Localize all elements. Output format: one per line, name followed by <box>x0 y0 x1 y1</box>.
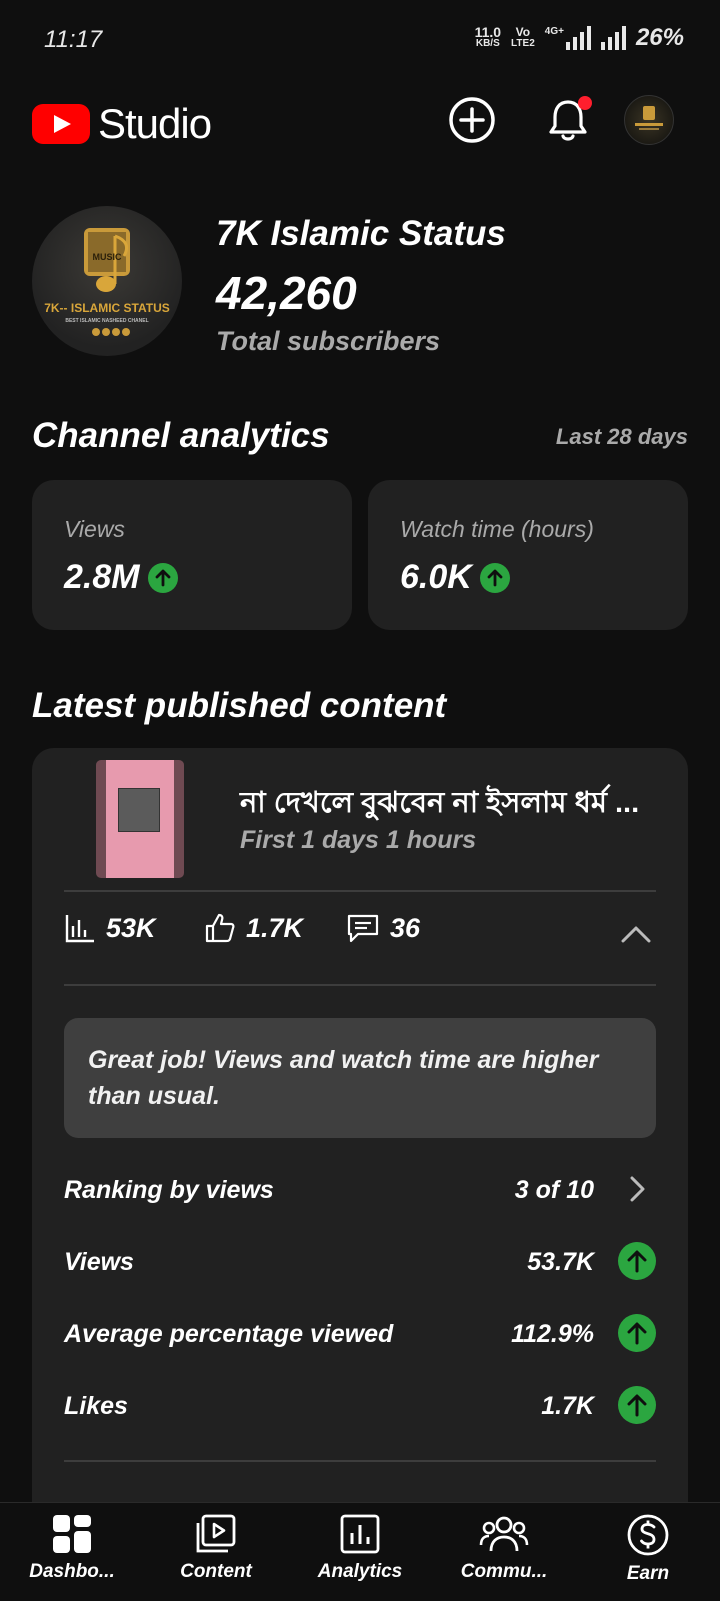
status-bar: 11:17 11.0 KB/S Vo LTE2 4G+ 26% <box>0 0 720 80</box>
avatar-subtitle-text: BEST ISLAMIC NASHEED CHANEL <box>65 318 149 324</box>
thumbs-up-icon <box>205 913 235 943</box>
create-button[interactable] <box>446 94 498 146</box>
notification-badge <box>578 96 592 110</box>
status-icons: 11.0 KB/S Vo LTE2 4G+ 26% <box>475 24 684 52</box>
trend-up-icon <box>618 1314 656 1352</box>
views-row: Views 53.7K <box>64 1242 656 1286</box>
divider <box>64 890 656 892</box>
views-card[interactable]: Views 2.8M <box>32 480 352 630</box>
latest-content-title: Latest published content <box>32 686 447 725</box>
comments-stat-value: 36 <box>390 912 421 943</box>
avg-percentage-value: 112.9% <box>511 1320 594 1348</box>
views-stat-value: 53K <box>106 912 156 943</box>
likes-stat: 1.7K <box>204 912 303 944</box>
studio-logo[interactable]: Studio <box>32 100 212 148</box>
nav-content[interactable]: Content <box>146 1513 286 1583</box>
avg-percentage-label: Average percentage viewed <box>64 1320 394 1348</box>
comment-icon <box>347 914 379 943</box>
avg-percentage-row: Average percentage viewed 112.9% <box>64 1314 656 1358</box>
notifications-button[interactable] <box>542 94 594 146</box>
chevron-right-icon <box>630 1176 645 1202</box>
views-row-value: 53.7K <box>527 1248 594 1276</box>
likes-row-label: Likes <box>64 1392 128 1420</box>
app-name: Studio <box>98 100 212 147</box>
avatar-music-text: MUSIC <box>92 252 122 262</box>
likes-row-value: 1.7K <box>541 1392 594 1420</box>
nav-dashboard-label: Dashbo... <box>29 1561 115 1582</box>
latest-content-card: না দেখলে বুঝবেন না ইসলাম ধর্ম ... First … <box>32 748 688 1508</box>
ranking-label: Ranking by views <box>64 1176 274 1204</box>
network-speed: 11.0 KB/S <box>474 24 502 49</box>
views-value: 2.8M <box>64 558 140 596</box>
clock: 11:17 <box>44 26 103 53</box>
collapse-button[interactable] <box>620 924 652 949</box>
comments-stat: 36 <box>346 912 420 944</box>
nav-community-label: Commu... <box>460 1561 548 1582</box>
bar-chart-icon <box>65 915 94 943</box>
video-age: First 1 days 1 hours <box>240 826 477 854</box>
analytics-period: Last 28 days <box>555 424 688 449</box>
chevron-up-icon <box>621 926 651 943</box>
dashboard-icon <box>53 1515 91 1553</box>
subscriber-label: Total subscribers <box>216 326 441 356</box>
channel-name: 7K Islamic Status <box>216 214 506 253</box>
nav-dashboard[interactable]: Dashbo... <box>2 1513 142 1583</box>
views-stat: 53K <box>64 912 156 944</box>
battery-level: 26% <box>635 24 684 51</box>
trend-up-icon <box>618 1242 656 1280</box>
youtube-logo-icon <box>32 104 90 144</box>
nav-earn[interactable]: Earn <box>578 1513 718 1585</box>
dollar-icon <box>627 1514 669 1556</box>
watch-time-card-label: Watch time (hours) <box>400 516 594 542</box>
signal-2-icon <box>600 26 626 50</box>
watch-time-value: 6.0K <box>400 558 472 596</box>
nav-community[interactable]: Commu... <box>434 1513 574 1583</box>
add-circle-icon <box>449 97 495 143</box>
ranking-row[interactable]: Ranking by views 3 of 10 <box>64 1170 656 1214</box>
ranking-value: 3 of 10 <box>514 1176 594 1204</box>
views-card-label: Views <box>64 516 125 542</box>
likes-row: Likes 1.7K <box>64 1386 656 1430</box>
channel-avatar[interactable]: MUSIC 7K-- ISLAMIC STATUS BEST ISLAMIC N… <box>32 206 182 356</box>
nav-earn-label: Earn <box>626 1563 670 1584</box>
performance-banner: Great job! Views and watch time are high… <box>64 1018 656 1138</box>
app-header: Studio <box>0 88 720 152</box>
divider <box>64 984 656 986</box>
watch-time-card-value: 6.0K <box>400 558 510 597</box>
community-icon <box>479 1516 529 1552</box>
views-card-value: 2.8M <box>64 558 178 597</box>
trend-up-icon <box>618 1386 656 1424</box>
content-icon <box>196 1514 236 1553</box>
subscriber-count: 42,260 <box>216 267 357 319</box>
channel-logo-icon <box>84 228 130 336</box>
channel-analytics-title: Channel analytics <box>32 416 330 455</box>
watch-time-card[interactable]: Watch time (hours) 6.0K <box>368 480 688 630</box>
video-thumbnail[interactable] <box>96 760 184 878</box>
likes-stat-value: 1.7K <box>246 912 304 943</box>
performance-banner-text: Great job! Views and watch time are high… <box>88 1046 599 1110</box>
account-avatar-logo-icon <box>635 106 663 130</box>
nav-analytics-label: Analytics <box>317 1561 403 1582</box>
account-avatar[interactable] <box>624 95 674 145</box>
nav-content-label: Content <box>180 1561 252 1582</box>
avatar-title-text: 7K-- ISLAMIC STATUS <box>44 301 170 315</box>
trend-up-icon <box>479 562 510 593</box>
volte-indicator: Vo LTE2 <box>511 25 535 49</box>
analytics-icon <box>340 1514 380 1554</box>
nav-analytics[interactable]: Analytics <box>290 1513 430 1583</box>
divider <box>64 1460 656 1462</box>
trend-up-icon <box>147 562 178 593</box>
bottom-navigation: Dashbo... Content Analytics Commu... Ear… <box>0 1502 720 1601</box>
views-row-label: Views <box>64 1248 134 1276</box>
video-title[interactable]: না দেখলে বুঝবেন না ইসলাম ধর্ম ... <box>240 780 639 829</box>
signal-1-icon: 4G+ <box>545 26 591 50</box>
